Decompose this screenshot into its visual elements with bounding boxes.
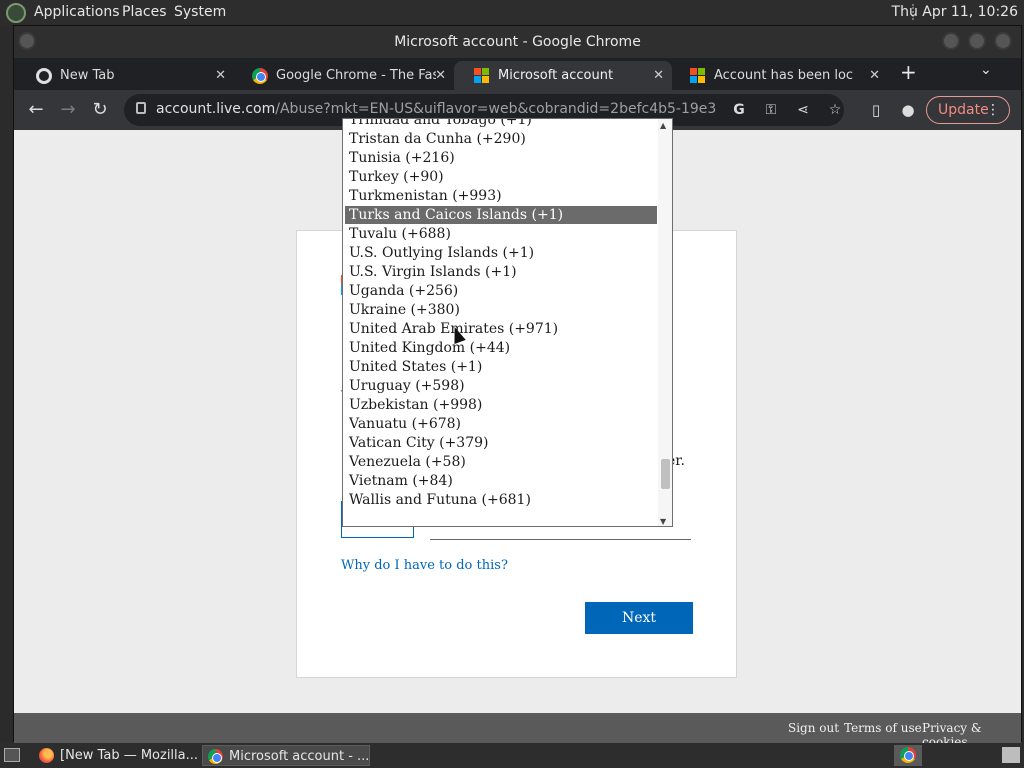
next-button[interactable]: Next <box>585 602 693 634</box>
country-option[interactable]: United Kingdom (+44) <box>345 339 657 357</box>
chrome-icon <box>36 68 52 84</box>
country-option[interactable]: Vatican City (+379) <box>345 434 657 452</box>
update-label: Update <box>938 102 989 118</box>
country-option[interactable]: U.S. Outlying Islands (+1) <box>345 244 657 262</box>
country-option[interactable]: Uruguay (+598) <box>345 377 657 395</box>
scroll-down-icon[interactable]: ▼ <box>660 517 666 526</box>
bookmark-star-icon[interactable]: ☆ <box>826 101 844 119</box>
country-option[interactable]: Wallis and Futuna (+681) <box>345 491 657 509</box>
window-titlebar[interactable]: Microsoft account - Google Chrome <box>14 26 1021 58</box>
country-option[interactable]: Venezuela (+58) <box>345 453 657 471</box>
url-path: /Abuse?mkt=EN-US&uiflavor=web&cobrandid=… <box>275 101 716 117</box>
country-option[interactable]: Uganda (+256) <box>345 282 657 300</box>
task-label: [New Tab — Mozilla... <box>60 748 199 763</box>
country-option[interactable]: Tunisia (+216) <box>345 149 657 167</box>
tab-label: Google Chrome - The Fas <box>276 68 436 83</box>
close-tab-icon[interactable]: ✕ <box>215 61 226 90</box>
page-viewport: V er. +1 ∨ Why do I have to do this? Nex… <box>14 118 1021 749</box>
kebab-menu-icon[interactable]: ⋮ <box>986 97 1000 123</box>
applications-menu[interactable]: Applications <box>34 4 120 20</box>
tab-microsoft-account[interactable]: Microsoft account ✕ <box>454 61 672 90</box>
country-option[interactable]: Turkmenistan (+993) <box>345 187 657 205</box>
scroll-up-icon[interactable]: ▲ <box>660 121 666 130</box>
country-option[interactable]: Ukraine (+380) <box>345 301 657 319</box>
top-panel: Applications Places System Thu Apr 11, 1… <box>0 0 1024 25</box>
minimize-icon[interactable] <box>942 32 960 50</box>
sign-out-link[interactable]: Sign out <box>788 721 839 735</box>
tab-new-tab[interactable]: New Tab ✕ <box>16 61 234 90</box>
country-option[interactable]: Vietnam (+84) <box>345 472 657 490</box>
forward-arrow-icon[interactable]: → <box>56 98 80 122</box>
listbox-scrollbar[interactable]: ▲ ▼ <box>658 119 672 526</box>
firefox-icon <box>39 748 54 763</box>
distro-logo-icon[interactable] <box>6 3 26 23</box>
tab-account-locked[interactable]: Account has been locked ✕ <box>670 61 888 90</box>
close-tab-icon[interactable]: ✕ <box>869 61 880 90</box>
country-option[interactable]: Trinidad and Tobago (+1) <box>345 119 657 129</box>
google-lens-icon[interactable]: G <box>730 101 748 119</box>
new-tab-icon[interactable]: + <box>900 60 917 84</box>
chrome-icon <box>252 68 268 84</box>
side-panel-icon[interactable]: ▯ <box>864 98 888 122</box>
tab-label: Microsoft account <box>498 68 614 83</box>
microsoft-icon <box>690 68 706 84</box>
profile-icon[interactable]: ● <box>896 98 920 122</box>
tray-chrome-button[interactable] <box>894 745 922 766</box>
places-menu[interactable]: Places <box>122 4 167 20</box>
tab-google-chrome[interactable]: Google Chrome - The Fas ✕ <box>232 61 454 90</box>
country-option[interactable]: United States (+1) <box>345 358 657 376</box>
scrollbar-thumb[interactable] <box>661 459 670 489</box>
tab-label: Account has been locked <box>714 68 854 83</box>
back-arrow-icon[interactable]: ← <box>24 98 48 122</box>
tab-label: New Tab <box>60 68 115 83</box>
bottom-taskbar: [New Tab — Mozilla... Microsoft account … <box>0 743 1024 768</box>
country-option[interactable]: Turkey (+90) <box>345 168 657 186</box>
show-desktop-icon[interactable] <box>4 748 20 762</box>
task-label: Microsoft account - ... <box>229 749 370 764</box>
lock-icon[interactable] <box>136 102 146 114</box>
window-menu-icon[interactable] <box>18 32 36 50</box>
microsoft-icon <box>474 68 490 84</box>
close-tab-icon[interactable]: ✕ <box>435 61 446 90</box>
task-firefox[interactable]: [New Tab — Mozilla... <box>34 745 200 766</box>
share-icon[interactable]: ⋖ <box>794 101 812 119</box>
tab-search-chevron-icon[interactable]: ⌄ <box>980 62 992 78</box>
chrome-icon <box>900 747 916 763</box>
close-window-icon[interactable] <box>994 32 1012 50</box>
update-button[interactable]: Update ⋮ <box>926 96 1010 124</box>
url-text[interactable]: account.live.com/Abuse?mkt=EN-US&uiflavo… <box>156 101 716 117</box>
url-host: account.live.com <box>156 101 276 117</box>
country-option[interactable]: United Arab Emirates (+971) <box>345 320 657 338</box>
country-code-listbox[interactable]: Trinidad and Tobago (+1) Tristan da Cunha… <box>342 118 673 527</box>
why-link[interactable]: Why do I have to do this? <box>341 558 508 573</box>
country-option[interactable]: Vanuatu (+678) <box>345 415 657 433</box>
country-option[interactable]: Turks and Caicos Islands (+1) <box>345 206 657 224</box>
key-icon[interactable]: ⚿ <box>762 101 780 119</box>
reload-icon[interactable]: ↻ <box>88 98 112 122</box>
page-footer: Sign out Terms of use Privacy & cookies <box>14 713 1021 749</box>
close-tab-icon[interactable]: ✕ <box>653 61 664 90</box>
window-title: Microsoft account - Google Chrome <box>394 34 641 50</box>
chrome-window: Microsoft account - Google Chrome New Ta… <box>13 25 1022 749</box>
maximize-icon[interactable] <box>968 32 986 50</box>
country-option[interactable]: Tuvalu (+688) <box>345 225 657 243</box>
country-option[interactable]: U.S. Virgin Islands (+1) <box>345 263 657 281</box>
terms-of-use-link[interactable]: Terms of use <box>844 721 922 735</box>
tab-strip: New Tab ✕ Google Chrome - The Fas ✕ Micr… <box>14 58 1021 90</box>
workspace-switcher[interactable] <box>1002 747 1020 763</box>
country-option[interactable]: Tristan da Cunha (+290) <box>345 130 657 148</box>
clock[interactable]: Thu Apr 11, 10:26 <box>892 4 1018 20</box>
system-menu[interactable]: System <box>174 4 226 20</box>
task-chrome[interactable]: Microsoft account - ... <box>202 745 370 766</box>
chrome-icon <box>208 749 223 764</box>
country-option[interactable]: Uzbekistan (+998) <box>345 396 657 414</box>
